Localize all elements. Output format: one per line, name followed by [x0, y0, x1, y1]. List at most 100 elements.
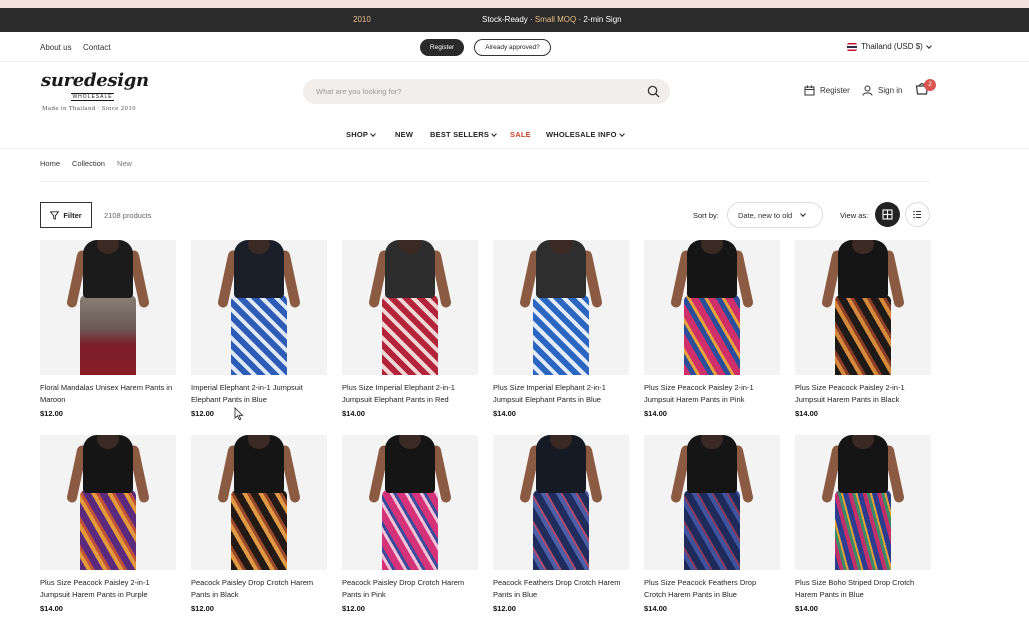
product-price: $14.00: [644, 409, 667, 418]
product-card[interactable]: Plus Size Imperial Elephant 2-in-1 Jumps…: [493, 240, 629, 425]
filter-button[interactable]: Filter: [40, 202, 92, 228]
search-icon[interactable]: [647, 85, 660, 98]
filter-label: Filter: [63, 210, 82, 220]
product-title[interactable]: Imperial Elephant 2-in-1 Jumpsuit Elepha…: [191, 382, 327, 406]
model-pants: [231, 490, 287, 570]
chevron-down-icon: [618, 130, 625, 137]
nav-wholesale-info[interactable]: WHOLESALE INFO: [546, 130, 625, 139]
product-card[interactable]: Peacock Paisley Drop Crotch Harem Pants …: [191, 435, 327, 620]
product-card[interactable]: Floral Mandalas Unisex Harem Pants in Ma…: [40, 240, 176, 425]
model-pants: [835, 295, 891, 375]
product-title[interactable]: Peacock Feathers Drop Crotch Harem Pants…: [493, 577, 629, 601]
product-image[interactable]: [795, 435, 931, 570]
product-image[interactable]: [644, 435, 780, 570]
product-card[interactable]: Imperial Elephant 2-in-1 Jumpsuit Elepha…: [191, 240, 327, 425]
product-price: $14.00: [644, 604, 667, 613]
chevron-down-icon: [925, 42, 932, 49]
product-price: $14.00: [795, 604, 818, 613]
product-title[interactable]: Plus Size Peacock Paisley 2-in-1 Jumpsui…: [40, 577, 176, 601]
chevron-down-icon: [370, 130, 376, 137]
product-image[interactable]: [493, 240, 629, 375]
product-card[interactable]: Plus Size Imperial Elephant 2-in-1 Jumps…: [342, 240, 478, 425]
logo-subtitle: WHOLESALE: [71, 93, 114, 101]
breadcrumb-collection[interactable]: Collection: [72, 159, 105, 168]
product-image[interactable]: [644, 240, 780, 375]
product-card[interactable]: Peacock Feathers Drop Crotch Harem Pants…: [493, 435, 629, 620]
product-title[interactable]: Plus Size Boho Striped Drop Crotch Harem…: [795, 577, 931, 601]
product-card[interactable]: Peacock Paisley Drop Crotch Harem Pants …: [342, 435, 478, 620]
browser-chrome-strip: [0, 0, 1029, 8]
product-title[interactable]: Plus Size Peacock Feathers Drop Crotch H…: [644, 577, 780, 601]
announcement-year: 2010: [353, 15, 371, 24]
product-image[interactable]: [40, 435, 176, 570]
sort-value: Date, new to old: [738, 210, 793, 220]
product-title[interactable]: Plus Size Peacock Paisley 2-in-1 Jumpsui…: [795, 382, 931, 406]
model-pants: [382, 490, 438, 570]
search-input[interactable]: What are you looking for?: [316, 87, 401, 96]
product-image[interactable]: [493, 435, 629, 570]
sign-in-link[interactable]: Sign in: [862, 85, 902, 96]
product-title[interactable]: Floral Mandalas Unisex Harem Pants in Ma…: [40, 382, 176, 406]
model-pants: [80, 295, 136, 375]
chevron-down-icon: [491, 130, 497, 137]
breadcrumb: Home Collection New: [40, 159, 132, 168]
breadcrumb-home[interactable]: Home: [40, 159, 60, 168]
product-image[interactable]: [191, 240, 327, 375]
already-approved-button[interactable]: Already approved?: [474, 39, 551, 56]
product-card[interactable]: Plus Size Boho Striped Drop Crotch Harem…: [795, 435, 931, 620]
grid-view-button[interactable]: [875, 202, 900, 227]
grid-icon: [882, 209, 893, 220]
announcement-text: Stock-Ready · Small MOQ · 2-min Sign: [482, 15, 622, 24]
product-card[interactable]: Plus Size Peacock Paisley 2-in-1 Jumpsui…: [644, 240, 780, 425]
list-view-button[interactable]: [905, 202, 930, 227]
product-image[interactable]: [191, 435, 327, 570]
product-image[interactable]: [342, 240, 478, 375]
header-register-link[interactable]: Register: [804, 85, 850, 96]
product-card[interactable]: Plus Size Peacock Feathers Drop Crotch H…: [644, 435, 780, 620]
product-price: $14.00: [795, 409, 818, 418]
product-title[interactable]: Peacock Paisley Drop Crotch Harem Pants …: [191, 577, 327, 601]
product-price: $14.00: [342, 409, 365, 418]
register-button[interactable]: Register: [420, 39, 464, 56]
utility-bar: About us Contact Register Already approv…: [0, 32, 1029, 62]
calendar-icon: [804, 85, 815, 96]
product-card[interactable]: Plus Size Peacock Paisley 2-in-1 Jumpsui…: [40, 435, 176, 620]
model-pants: [684, 295, 740, 375]
product-price: $14.00: [40, 604, 63, 613]
model-pants: [684, 490, 740, 570]
product-image[interactable]: [795, 240, 931, 375]
region-label: Thailand (USD $): [861, 42, 923, 51]
product-title[interactable]: Plus Size Imperial Elephant 2-in-1 Jumps…: [342, 382, 478, 406]
nav-new[interactable]: NEW: [395, 130, 413, 139]
site-logo[interactable]: suredesign WHOLESALE Made in Thailand · …: [41, 70, 149, 116]
product-image[interactable]: [342, 435, 478, 570]
product-price: $14.00: [493, 409, 516, 418]
product-title[interactable]: Plus Size Imperial Elephant 2-in-1 Jumps…: [493, 382, 629, 406]
model-pants: [533, 490, 589, 570]
about-link[interactable]: About us: [40, 43, 72, 52]
product-title[interactable]: Peacock Paisley Drop Crotch Harem Pants …: [342, 577, 478, 601]
user-icon: [862, 85, 873, 96]
model-pants: [533, 295, 589, 375]
model-pants: [231, 295, 287, 375]
contact-link[interactable]: Contact: [83, 43, 111, 52]
sort-label: Sort by:: [693, 211, 719, 220]
product-image[interactable]: [40, 240, 176, 375]
logo-tagline: Made in Thailand · Since 2010: [42, 106, 136, 112]
product-price: $12.00: [493, 604, 516, 613]
product-title[interactable]: Plus Size Peacock Paisley 2-in-1 Jumpsui…: [644, 382, 780, 406]
nav-sale[interactable]: SALE: [510, 130, 531, 139]
breadcrumb-current: New: [116, 159, 132, 168]
nav-shop[interactable]: SHOP: [346, 130, 376, 139]
nav-best-sellers[interactable]: BEST SELLERS: [430, 130, 497, 139]
model-pants: [835, 490, 891, 570]
sort-select[interactable]: Date, new to old: [727, 202, 823, 228]
list-icon: [913, 210, 921, 219]
region-selector[interactable]: Thailand (USD $): [847, 42, 932, 51]
announcement-bar: 2010 Stock-Ready · Small MOQ · 2-min Sig…: [0, 8, 1029, 32]
thailand-flag-icon: [847, 42, 857, 51]
product-price: $12.00: [342, 604, 365, 613]
mouse-cursor-icon: [234, 407, 244, 421]
search-bar[interactable]: What are you looking for?: [303, 79, 670, 104]
product-card[interactable]: Plus Size Peacock Paisley 2-in-1 Jumpsui…: [795, 240, 931, 425]
